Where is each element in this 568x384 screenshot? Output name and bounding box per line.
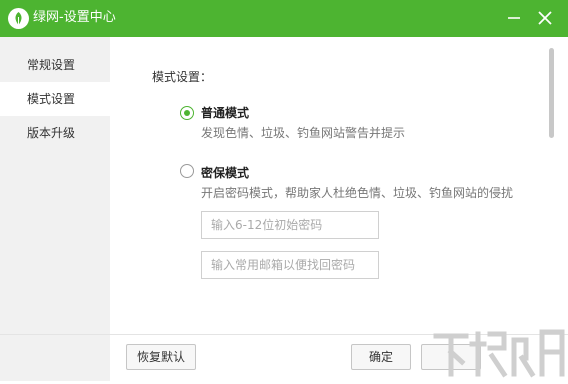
section-title: 模式设置： <box>152 70 213 84</box>
sidebar: 常规设置 模式设置 版本升级 <box>0 37 110 381</box>
sidebar-item-label: 版本升级 <box>27 126 76 140</box>
sidebar-item-label: 模式设置 <box>27 92 76 106</box>
sidebar-item-mode[interactable]: 模式设置 <box>0 82 110 116</box>
close-icon <box>538 11 552 25</box>
window-title: 绿网-设置中心 <box>33 10 116 25</box>
sidebar-item-upgrade[interactable]: 版本升级 <box>0 116 110 150</box>
secure-mode-title: 密保模式 <box>201 166 250 180</box>
watermark-logo <box>430 318 568 381</box>
secure-mode-desc: 开启密码模式，帮助家人杜绝色情、垃圾、钓鱼网站的侵扰 <box>201 186 514 200</box>
radio-selected-dot <box>184 110 190 116</box>
app-logo-icon <box>8 8 29 29</box>
normal-mode-desc: 发现色情、垃圾、钓鱼网站警告并提示 <box>201 126 406 140</box>
secure-mode-radio[interactable] <box>180 164 194 178</box>
sidebar-item-label: 常规设置 <box>27 58 76 72</box>
minimize-button[interactable] <box>500 5 528 31</box>
normal-mode-radio[interactable] <box>180 106 194 120</box>
email-field[interactable] <box>201 251 379 279</box>
normal-mode-title: 普通模式 <box>201 106 250 120</box>
title-bar: 绿网-设置中心 <box>0 0 568 37</box>
restore-default-button[interactable]: 恢复默认 <box>126 344 196 370</box>
scrollbar-thumb[interactable] <box>549 48 554 138</box>
password-field[interactable] <box>201 211 379 239</box>
footer-sidebar-strip <box>0 334 110 381</box>
close-button[interactable] <box>531 5 559 31</box>
sidebar-item-general[interactable]: 常规设置 <box>0 48 110 82</box>
ok-button[interactable]: 确定 <box>351 344 411 370</box>
minimize-icon <box>508 17 520 19</box>
